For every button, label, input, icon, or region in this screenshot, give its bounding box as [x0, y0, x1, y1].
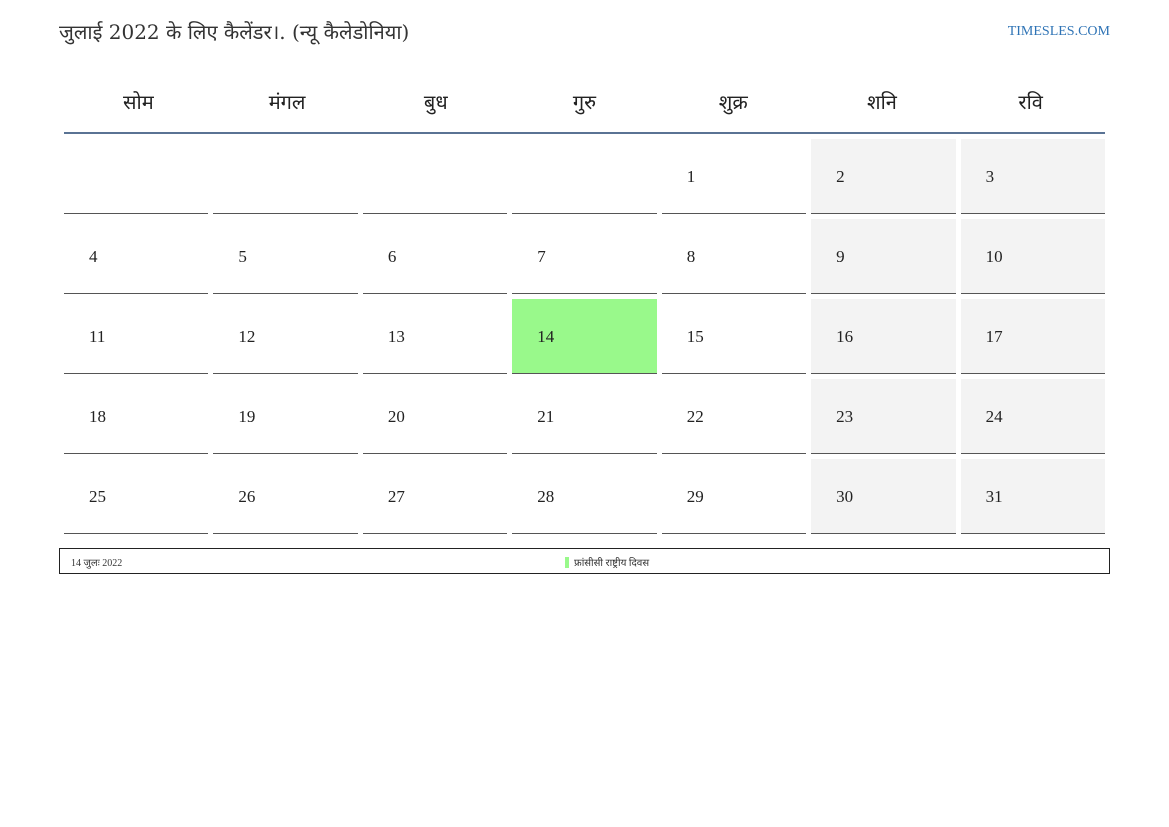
page-title: जुलाई 2022 के लिए कैलेंडर।. (न्यू कैलेडो…: [59, 20, 410, 44]
weekday-wed: बुध: [423, 89, 448, 114]
calendar-day-cell[interactable]: 9: [811, 219, 956, 294]
calendar-day-cell[interactable]: [362, 139, 508, 214]
calendar-day-cell[interactable]: 7: [512, 219, 657, 294]
day-number: 16: [836, 327, 854, 346]
day-number: 27: [387, 487, 405, 506]
calendar-day-cell[interactable]: 30: [811, 459, 956, 534]
calendar-day-cell[interactable]: 21: [512, 379, 657, 454]
calendar-day-cell[interactable]: 23: [811, 379, 956, 454]
day-number: 8: [686, 247, 696, 266]
day-number: 4: [89, 247, 98, 266]
day-number: 24: [985, 407, 1003, 426]
calendar-day-cell[interactable]: 20: [362, 379, 508, 454]
calendar-day-cell[interactable]: 13: [362, 299, 508, 374]
calendar-day-cell[interactable]: 27: [362, 459, 508, 534]
weekday-mon: सोम: [123, 89, 154, 114]
calendar-day-cell[interactable]: 10: [960, 219, 1105, 294]
calendar-day-cell[interactable]: 17: [960, 299, 1105, 374]
legend-color-swatch: [565, 556, 569, 568]
calendar-day-cell[interactable]: 8: [661, 219, 807, 294]
day-number: 29: [686, 487, 704, 506]
day-number: 5: [238, 247, 247, 266]
day-number: 17: [985, 327, 1003, 346]
legend-event: फ्रांसीसी राष्ट्रीय दिवस: [565, 555, 649, 569]
calendar-grid: 1 2 3 4 5 6 7 8 9 10 11 12 13 14 15 16 17 18 19 20 21 22 23 24 2…: [64, 139, 1105, 534]
calendar-day-cell[interactable]: [512, 139, 657, 214]
day-number: 14: [537, 327, 555, 346]
weekday-sat: शनि: [867, 89, 897, 114]
day-number: 13: [387, 327, 405, 346]
calendar-day-cell[interactable]: 14: [512, 299, 657, 374]
weekday-header-row: सोम मंगल बुध गुरु शुक्र शनि रवि: [64, 70, 1105, 134]
calendar-day-cell[interactable]: 31: [960, 459, 1105, 534]
day-number: 11: [89, 327, 106, 346]
weekday-sun: रवि: [1018, 89, 1043, 114]
calendar-day-cell[interactable]: 1: [661, 139, 807, 214]
calendar-day-cell[interactable]: 4: [64, 219, 209, 294]
calendar-day-cell[interactable]: [213, 139, 358, 214]
calendar-day-cell[interactable]: 19: [213, 379, 358, 454]
calendar-day-cell[interactable]: 3: [960, 139, 1105, 214]
calendar-day-cell[interactable]: 5: [213, 219, 358, 294]
day-number: 31: [985, 487, 1003, 506]
calendar-day-cell[interactable]: 26: [213, 459, 358, 534]
calendar-day-cell[interactable]: 24: [960, 379, 1105, 454]
weekday-fri: शुक्र: [718, 89, 748, 114]
day-number: 10: [985, 247, 1003, 266]
day-number: 2: [836, 167, 845, 186]
legend-event-label: फ्रांसीसी राष्ट्रीय दिवस: [574, 558, 650, 569]
day-number: 9: [836, 247, 845, 266]
calendar-day-cell[interactable]: 28: [512, 459, 657, 534]
day-number: 30: [836, 487, 854, 506]
day-number: 1: [686, 167, 696, 186]
day-number: 7: [537, 247, 546, 266]
calendar-day-cell[interactable]: 2: [811, 139, 956, 214]
site-link[interactable]: TIMESLES.COM: [1008, 24, 1110, 40]
calendar-day-cell[interactable]: 12: [213, 299, 358, 374]
day-number: 20: [387, 407, 405, 426]
day-number: 22: [686, 407, 704, 426]
day-number: 6: [387, 247, 397, 266]
holiday-legend: 14 जुलः 2022 फ्रांसीसी राष्ट्रीय दिवस: [59, 548, 1110, 574]
calendar-day-cell[interactable]: 25: [64, 459, 209, 534]
calendar-day-cell[interactable]: 29: [661, 459, 807, 534]
day-number: 28: [537, 487, 555, 506]
day-number: 23: [836, 407, 854, 426]
weekday-tue: मंगल: [268, 89, 306, 114]
calendar-day-cell[interactable]: 15: [661, 299, 807, 374]
legend-date: 14 जुलः 2022: [71, 558, 123, 569]
calendar-day-cell[interactable]: 22: [661, 379, 807, 454]
calendar-day-cell[interactable]: 11: [64, 299, 209, 374]
day-number: 18: [89, 407, 106, 426]
day-number: 26: [238, 487, 256, 506]
day-number: 15: [686, 327, 704, 346]
calendar-day-cell[interactable]: 18: [64, 379, 209, 454]
calendar-day-cell[interactable]: 6: [362, 219, 508, 294]
weekday-thu: गुरु: [572, 89, 597, 114]
day-number: 12: [238, 327, 256, 346]
calendar-day-cell[interactable]: [64, 139, 209, 214]
day-number: 25: [89, 487, 106, 506]
day-number: 3: [985, 167, 995, 186]
day-number: 19: [238, 407, 256, 426]
day-number: 21: [537, 407, 555, 426]
calendar-day-cell[interactable]: 16: [811, 299, 956, 374]
